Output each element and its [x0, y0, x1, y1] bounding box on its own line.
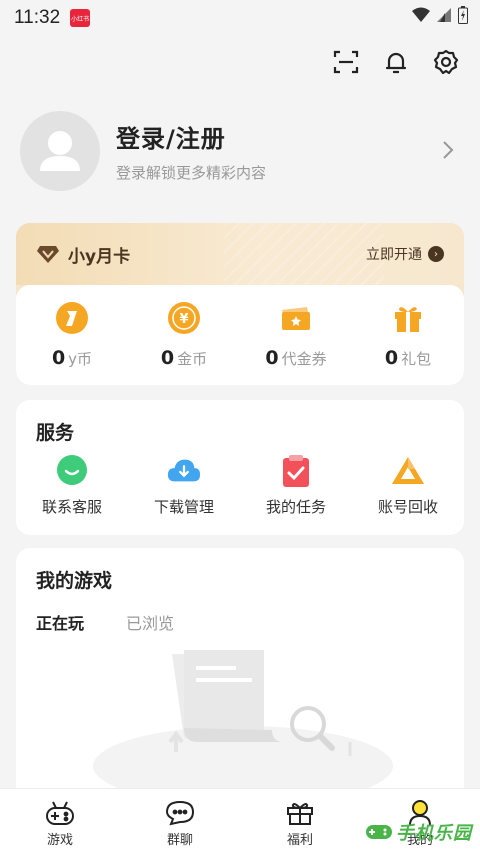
group-chat-icon [165, 800, 195, 826]
tab-browsed[interactable]: 已浏览 [126, 610, 174, 634]
vip-header[interactable]: 小y月卡 立即开通 › [16, 223, 464, 285]
asset-unit: y币 [68, 350, 93, 368]
notification-button[interactable] [382, 48, 410, 76]
game-controller-logo-icon [366, 825, 392, 839]
y-coin-icon [56, 302, 88, 334]
service-label: 下载管理 [153, 498, 214, 516]
my-games-card: 我的游戏 正在玩 已浏览 [16, 548, 464, 788]
service-contact-support[interactable]: 联系客服 [16, 454, 128, 517]
asset-value: 0 [384, 347, 399, 369]
asset-y-coin[interactable]: 0 y币 [16, 285, 128, 385]
top-actions [332, 48, 460, 76]
gift-box-icon [287, 803, 313, 825]
activate-now-button[interactable]: 立即开通 › [366, 244, 444, 264]
status-bar: 11:32 小红书 [0, 0, 480, 36]
asset-gold-coin[interactable]: ¥ 0 金币 [128, 285, 240, 385]
asset-voucher[interactable]: 0 代金券 [240, 285, 352, 385]
games-tabs: 正在玩 已浏览 [36, 610, 174, 636]
service-label: 我的任务 [265, 498, 326, 516]
vip-card-title: 小y月卡 [68, 246, 131, 267]
wifi-icon [412, 7, 430, 22]
settings-button[interactable] [432, 48, 460, 76]
my-games-title: 我的游戏 [36, 570, 113, 592]
svg-text:¥: ¥ [179, 312, 188, 327]
status-icons [412, 6, 468, 24]
service-my-tasks[interactable]: 我的任务 [240, 454, 352, 517]
service-label: 账号回收 [377, 498, 438, 516]
asset-gift[interactable]: 0 礼包 [352, 285, 464, 385]
nav-label: 游戏 [46, 833, 73, 848]
notification-badge: 小红书 [70, 9, 91, 27]
task-clipboard-icon [283, 455, 309, 487]
voucher-icon [282, 307, 310, 330]
recycle-triangle-icon [392, 457, 424, 484]
asset-unit: 代金券 [281, 350, 327, 368]
nav-label: 福利 [286, 833, 313, 848]
activate-now-label: 立即开通 [366, 247, 422, 263]
gamepad-icon [46, 801, 74, 825]
avatar[interactable] [20, 111, 100, 191]
asset-unit: 礼包 [401, 350, 432, 368]
default-avatar-icon [40, 131, 80, 171]
services-card: 服务 联系客服 下载管理 我的任务 账号回收 [16, 400, 464, 535]
login-register-title[interactable]: 登录/注册 [116, 119, 266, 154]
diamond-icon [37, 246, 59, 263]
signal-icon [437, 8, 451, 22]
chevron-right-icon [443, 141, 454, 159]
nav-group-chat[interactable]: 群聊 [120, 789, 240, 853]
services-title: 服务 [36, 422, 75, 444]
asset-unit: 金币 [177, 350, 208, 368]
gear-icon [433, 49, 459, 75]
gift-icon [395, 307, 421, 332]
watermark-text: 手机乐园 [396, 823, 472, 844]
asset-value: 0 [265, 347, 279, 369]
services-list: 联系客服 下载管理 我的任务 账号回收 [16, 454, 464, 517]
login-subtitle: 登录解锁更多精彩内容 [116, 164, 267, 182]
nav-welfare[interactable]: 福利 [240, 789, 360, 853]
bell-icon [385, 52, 407, 74]
battery-icon [458, 6, 468, 24]
empty-state-illustration [93, 650, 393, 788]
chat-support-icon [57, 455, 87, 485]
scan-button[interactable] [332, 48, 360, 76]
bottom-nav: 游戏 群聊 福利 我的 手机乐园 [0, 788, 480, 853]
profile-login-row[interactable]: 登录/注册 登录解锁更多精彩内容 [20, 110, 460, 192]
asset-value: 0 [160, 347, 175, 369]
nav-label: 群聊 [166, 833, 193, 848]
service-label: 联系客服 [41, 498, 102, 516]
scan-icon [333, 50, 359, 74]
cloud-download-icon [167, 459, 201, 482]
watermark: 手机乐园 [365, 819, 472, 845]
gold-coin-icon: ¥ [168, 302, 200, 334]
member-card: 小y月卡 立即开通 › 0 y币 ¥ 0 金币 0 代金券 0 礼包 [16, 223, 464, 385]
asset-value: 0 [51, 347, 66, 369]
status-time: 11:32 [14, 7, 61, 28]
nav-games[interactable]: 游戏 [0, 789, 120, 853]
arrow-right-icon: › [428, 246, 444, 262]
assets-row: 0 y币 ¥ 0 金币 0 代金券 0 礼包 [16, 285, 464, 385]
service-download-manager[interactable]: 下载管理 [128, 454, 240, 517]
service-account-recycle[interactable]: 账号回收 [352, 454, 464, 517]
tab-playing[interactable]: 正在玩 [36, 610, 85, 636]
